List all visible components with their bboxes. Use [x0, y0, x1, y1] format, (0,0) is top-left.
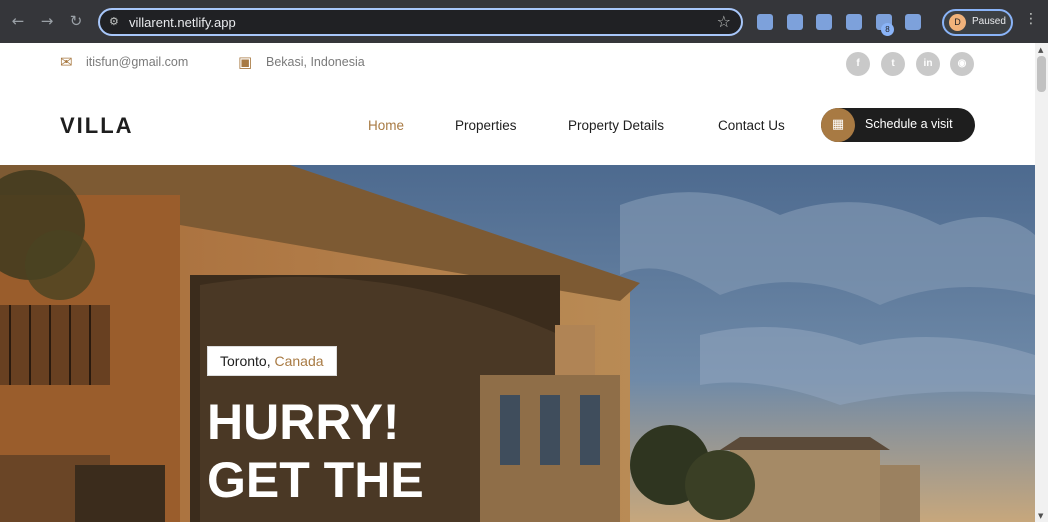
nav-property-details[interactable]: Property Details: [568, 118, 664, 133]
country-name: Canada: [274, 353, 324, 369]
scrollbar-thumb[interactable]: [1037, 56, 1046, 92]
headline-line-1: HURRY!: [207, 394, 400, 450]
nav-home[interactable]: Home: [368, 118, 404, 133]
camera-extension-icon[interactable]: [846, 14, 862, 30]
envelope-icon: ✉: [60, 53, 73, 71]
browser-menu-icon[interactable]: ⋮: [1024, 11, 1038, 27]
scroll-up-icon[interactable]: ▲: [1038, 46, 1043, 54]
headline-line-2: GET THE: [207, 452, 424, 508]
reload-icon[interactable]: ↻: [66, 11, 86, 31]
nav-properties[interactable]: Properties: [455, 118, 517, 133]
screenshot-extension-icon[interactable]: [816, 14, 832, 30]
calendar-icon: ▦: [821, 108, 855, 142]
bookmark-star-icon[interactable]: ☆: [717, 12, 731, 31]
address-bar[interactable]: ⚙ villarent.netlify.app ☆: [98, 8, 743, 36]
facebook-icon[interactable]: f: [846, 52, 870, 76]
url-text[interactable]: villarent.netlify.app: [129, 15, 236, 30]
location-tag: Toronto, Canada: [207, 346, 337, 376]
hero-headline: HURRY! GET THE: [207, 393, 424, 509]
schedule-visit-button[interactable]: ▦ Schedule a visit: [821, 108, 975, 142]
twitter-icon[interactable]: t: [881, 52, 905, 76]
instagram-icon[interactable]: ◉: [950, 52, 974, 76]
profile-status: Paused: [972, 16, 1006, 27]
forward-icon[interactable]: →: [37, 11, 57, 31]
puzzle-extensions-icon[interactable]: [905, 14, 921, 30]
hero-villa-photo: [0, 165, 1035, 522]
contact-location: Bekasi, Indonesia: [266, 55, 365, 69]
nav-contact-us[interactable]: Contact Us: [718, 118, 785, 133]
site-info-icon[interactable]: ⚙: [109, 15, 119, 28]
profile-button[interactable]: D Paused: [942, 9, 1013, 36]
document-extension-icon[interactable]: [787, 14, 803, 30]
extension-badge: 8: [881, 23, 894, 36]
map-icon: ▣: [238, 53, 253, 71]
browser-chrome: ← → ↻ ⚙ villarent.netlify.app ☆ 8 D Paus…: [0, 0, 1048, 43]
contact-email[interactable]: itisfun@gmail.com: [86, 55, 188, 69]
scroll-down-icon[interactable]: ▼: [1038, 512, 1043, 520]
translate-extension-icon[interactable]: [757, 14, 773, 30]
back-icon[interactable]: ←: [8, 11, 28, 31]
city-name: Toronto,: [220, 353, 271, 369]
page-scrollbar[interactable]: ▲ ▼: [1035, 43, 1048, 522]
hero-banner: Toronto, Canada HURRY! GET THE: [0, 165, 1035, 522]
site-logo[interactable]: VILLA: [60, 113, 134, 139]
web-page: ✉ itisfun@gmail.com ▣ Bekasi, Indonesia …: [0, 43, 1035, 522]
linkedin-icon[interactable]: in: [916, 52, 940, 76]
avatar: D: [949, 14, 966, 31]
schedule-visit-label: Schedule a visit: [865, 117, 953, 131]
